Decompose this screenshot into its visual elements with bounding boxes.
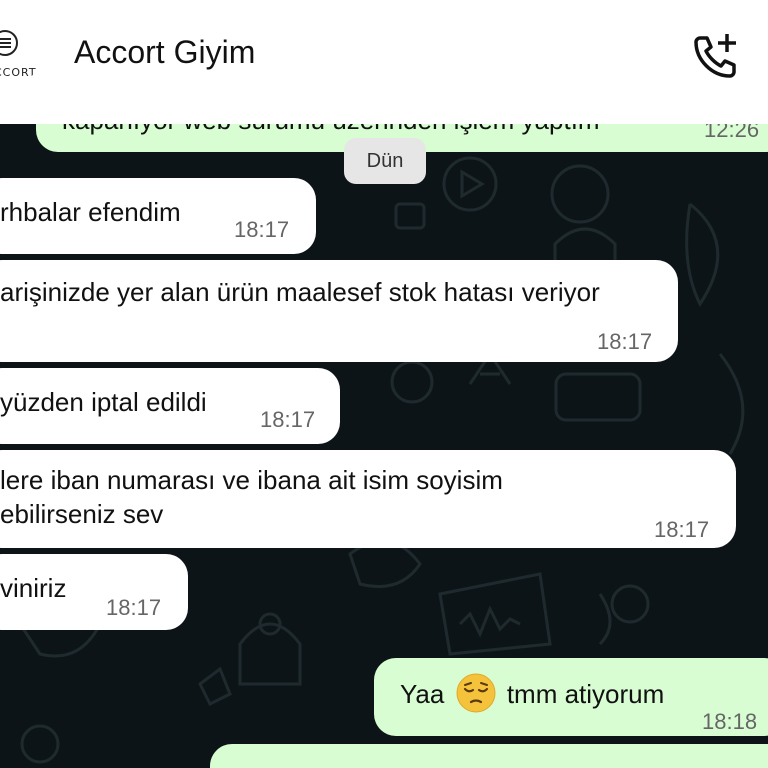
message-time: 12:26 [704, 124, 760, 142]
message-bubble-incoming[interactable]: yüzden iptal edildi 18:17 [0, 368, 340, 444]
message-time: 18:18 [702, 709, 758, 734]
chat-header: CCORT Accort Giyim [0, 0, 768, 124]
contact-name[interactable]: Accort Giyim [74, 34, 255, 71]
message-text-line-1: lere iban numarası ve ibana ait isim soy… [0, 465, 503, 495]
message-text: arişinizde yer alan ürün maalesef stok h… [0, 277, 600, 307]
message-bubble-outgoing[interactable]: Yaa tmm atiyorum 18:18 [374, 658, 768, 736]
message-time: 18:17 [260, 407, 316, 432]
message-text: kapanıyor web sürümü üzerinden işlem yap… [62, 124, 600, 138]
pensive-face-icon [456, 673, 496, 713]
chat-area[interactable]: kapanıyor web sürümü üzerinden işlem yap… [0, 124, 768, 768]
message-time: 18:17 [654, 517, 710, 542]
message-time: 18:17 [234, 217, 290, 242]
message-bubble-incoming[interactable]: arişinizde yer alan ürün maalesef stok h… [0, 260, 678, 362]
message-text: Yaa tmm atiyorum [400, 673, 665, 716]
message-text: viniriz [0, 573, 67, 603]
add-call-icon[interactable] [690, 30, 742, 82]
accort-logo-icon [0, 30, 18, 56]
message-time: 18:17 [597, 329, 653, 354]
message-text-line-2: ebilirseniz sev [0, 499, 164, 529]
message-time: 18:17 [106, 595, 162, 620]
message-bubble-incoming[interactable]: lere iban numarası ve ibana ait isim soy… [0, 450, 736, 548]
message-bubble-incoming[interactable]: viniriz 18:17 [0, 554, 188, 630]
avatar-brand-text: CCORT [0, 66, 37, 79]
message-text: rhbalar efendim [0, 197, 181, 227]
message-bubble-outgoing[interactable] [210, 744, 768, 768]
message-bubble-incoming[interactable]: rhbalar efendim 18:17 [0, 178, 316, 254]
contact-avatar[interactable]: CCORT [0, 24, 40, 86]
date-separator: Dün [344, 138, 426, 184]
message-text: yüzden iptal edildi [0, 387, 207, 417]
message-text-before-emoji: Yaa [400, 679, 445, 709]
message-text-after-emoji: tmm atiyorum [506, 679, 665, 709]
